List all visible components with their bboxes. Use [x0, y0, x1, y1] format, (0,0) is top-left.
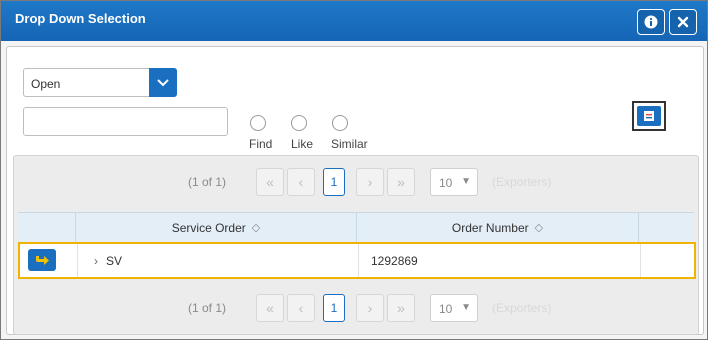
cell-service-order: › SV: [77, 244, 358, 277]
chevron-right-icon: ›: [367, 174, 373, 190]
table-header: Service Order ◇ Order Number ◇: [18, 212, 694, 243]
status-select[interactable]: Open: [23, 68, 177, 97]
last-page-button[interactable]: »: [387, 294, 415, 322]
export-button-face: [637, 106, 661, 126]
first-page-button[interactable]: «: [256, 168, 284, 196]
info-button[interactable]: [637, 9, 665, 35]
double-chevron-right-icon: »: [397, 300, 405, 316]
pager-info: (1 of 1): [188, 301, 227, 315]
page-size-select[interactable]: 10 ▼: [430, 294, 478, 322]
prev-page-button[interactable]: ‹: [287, 168, 315, 196]
page-size-select[interactable]: 10 ▼: [430, 168, 478, 196]
chevron-left-icon: ‹: [298, 300, 304, 316]
header-select-column: [18, 213, 75, 242]
exporters-link[interactable]: (Exporters): [492, 175, 551, 189]
caret-down-icon: ▼: [461, 176, 471, 187]
select-arrow-icon: [36, 256, 49, 265]
prev-page-button[interactable]: ‹: [287, 294, 315, 322]
cell-order-number: 1292869: [358, 244, 640, 277]
pager-info: (1 of 1): [188, 175, 227, 189]
results-grid: (1 of 1) « ‹ 1 › » 10 ▼ (Exporters) Serv…: [13, 155, 699, 335]
export-button[interactable]: [632, 101, 666, 131]
last-page-button[interactable]: »: [387, 168, 415, 196]
pager-top: (1 of 1) « ‹ 1 › » 10 ▼ (Exporters): [14, 168, 698, 196]
close-button[interactable]: [669, 9, 697, 35]
service-order-value: SV: [106, 253, 123, 268]
radio-like-label: Like: [291, 137, 314, 151]
chevron-right-icon: ›: [367, 300, 373, 316]
header-service-order[interactable]: Service Order ◇: [75, 213, 356, 242]
table-row[interactable]: › SV 1292869: [18, 242, 696, 279]
caret-down-icon: ▼: [461, 302, 471, 313]
select-row-button[interactable]: [28, 249, 56, 271]
next-page-button[interactable]: ›: [356, 294, 384, 322]
status-select-toggle[interactable]: [149, 68, 177, 97]
page-button-current[interactable]: 1: [323, 168, 345, 196]
double-chevron-left-icon: «: [266, 174, 274, 190]
dialog-window: Drop Down Selection Open Find Like Simil…: [0, 0, 708, 340]
sort-icon: ◇: [251, 222, 261, 234]
double-chevron-right-icon: »: [397, 174, 405, 190]
chevron-down-icon: [157, 78, 169, 86]
radio-similar[interactable]: [332, 115, 348, 131]
page-size-value: 10: [439, 176, 453, 190]
sort-icon: ◇: [534, 222, 544, 234]
first-page-button[interactable]: «: [256, 294, 284, 322]
dialog-title: Drop Down Selection: [15, 11, 146, 26]
header-order-number-label: Order Number: [451, 220, 529, 235]
status-select-value: Open: [31, 77, 61, 91]
dialog-titlebar: Drop Down Selection: [1, 1, 707, 41]
exporters-link[interactable]: (Exporters): [492, 301, 551, 315]
close-icon: [677, 16, 689, 28]
row-select-cell: [20, 244, 77, 277]
double-chevron-left-icon: «: [266, 300, 274, 316]
header-extra-column: [638, 213, 694, 242]
export-icon: [644, 111, 654, 121]
radio-like[interactable]: [291, 115, 307, 131]
radio-find[interactable]: [250, 115, 266, 131]
chevron-left-icon: ‹: [298, 174, 304, 190]
next-page-button[interactable]: ›: [356, 168, 384, 196]
radio-similar-label: Similar: [331, 137, 368, 151]
page-button-current[interactable]: 1: [323, 294, 345, 322]
cell-extra: [640, 244, 694, 277]
dialog-body: Open Find Like Similar (1 of 1) « ‹ 1 › …: [6, 46, 704, 335]
radio-find-label: Find: [249, 137, 273, 151]
expand-chevron-icon[interactable]: ›: [94, 254, 98, 268]
pager-bottom: (1 of 1) « ‹ 1 › » 10 ▼ (Exporters): [14, 294, 698, 322]
header-order-number[interactable]: Order Number ◇: [356, 213, 638, 242]
header-service-order-label: Service Order: [171, 220, 246, 235]
page-size-value: 10: [439, 302, 453, 316]
info-icon: [644, 15, 658, 29]
search-input[interactable]: [23, 107, 228, 136]
